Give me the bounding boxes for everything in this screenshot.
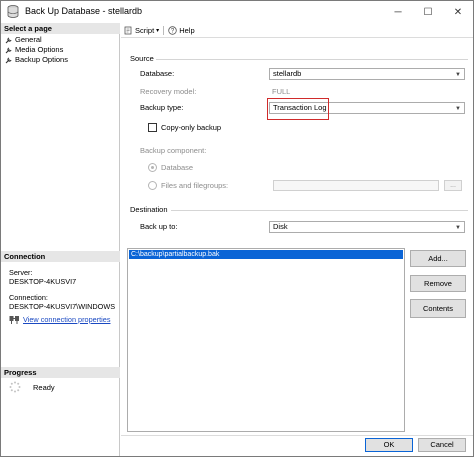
copy-only-checkbox[interactable] — [148, 123, 157, 132]
close-button[interactable]: ✕ — [443, 1, 473, 23]
list-item[interactable]: C:\backup\partialbackup.bak — [129, 250, 403, 259]
filegroups-textbox[interactable] — [273, 180, 439, 191]
wrench-icon — [5, 56, 12, 63]
progress-status: Ready — [33, 382, 55, 392]
recovery-model-value: FULL — [272, 87, 291, 96]
chevron-down-icon: ▼ — [455, 71, 461, 78]
copy-only-label: Copy-only backup — [161, 123, 222, 132]
connection-properties-icon — [9, 316, 19, 324]
view-connection-properties-link[interactable]: View connection properties — [23, 315, 110, 324]
help-button[interactable]: ? Help — [168, 25, 195, 35]
component-database-radio[interactable] — [148, 163, 157, 172]
view-connection-row: View connection properties — [9, 315, 110, 324]
filegroups-browse-button[interactable]: ... — [444, 180, 462, 191]
recovery-model-label: Recovery model: — [140, 87, 197, 96]
contents-button[interactable]: Contents — [410, 299, 466, 318]
database-icon — [7, 5, 19, 18]
maximize-button[interactable]: ☐ — [413, 1, 443, 23]
script-label: Script — [135, 25, 155, 35]
component-files-label: Files and filegroups: — [161, 181, 229, 190]
destination-section-title: Destination — [130, 205, 168, 214]
chevron-down-icon: ▾ — [156, 27, 160, 34]
page-general[interactable]: General — [5, 35, 42, 44]
connection-header: Connection — [1, 251, 120, 262]
source-divider — [156, 59, 468, 60]
server-label: Server: — [9, 268, 33, 277]
ok-button[interactable]: OK — [365, 438, 413, 452]
database-select[interactable]: stellardb ▼ — [269, 68, 465, 80]
left-pane: Select a page General Media Options Back… — [1, 23, 120, 435]
page-general-label: General — [15, 35, 42, 44]
chevron-down-icon: ▼ — [455, 105, 461, 112]
backup-type-highlight — [267, 98, 329, 120]
destination-divider — [171, 210, 468, 211]
server-value: DESKTOP-4KUSVI7 — [9, 277, 77, 286]
select-page-header: Select a page — [1, 23, 120, 34]
cancel-button[interactable]: Cancel — [418, 438, 466, 452]
component-database-label: Database — [161, 163, 194, 172]
add-button[interactable]: Add... — [410, 250, 466, 267]
script-button[interactable]: Script ▾ — [124, 26, 159, 35]
page-backup-options-label: Backup Options — [15, 55, 68, 64]
backup-component-label: Backup component: — [140, 146, 207, 155]
wrench-icon — [5, 36, 12, 43]
toolbar: Script ▾ ? Help — [121, 23, 473, 38]
help-icon: ? — [168, 25, 177, 35]
connection-label: Connection: — [9, 293, 48, 302]
database-value: stellardb — [273, 69, 302, 78]
source-section-title: Source — [130, 54, 154, 63]
left-pane-footer — [1, 435, 120, 456]
window-title: Back Up Database - stellardb — [25, 6, 143, 16]
progress-spinner-icon — [9, 381, 21, 393]
minimize-button[interactable]: ─ — [383, 1, 413, 23]
backup-type-label: Backup type: — [140, 103, 184, 112]
page-media-options-label: Media Options — [15, 45, 64, 54]
toolbar-separator — [163, 25, 165, 35]
page-media-options[interactable]: Media Options — [5, 45, 63, 54]
page-backup-options[interactable]: Backup Options — [5, 55, 68, 64]
progress-row: Ready — [9, 381, 55, 393]
script-icon — [124, 26, 132, 34]
progress-header: Progress — [1, 367, 120, 378]
back-up-to-value: Disk — [273, 222, 288, 231]
help-label: Help — [179, 25, 195, 35]
remove-button[interactable]: Remove — [410, 275, 466, 292]
database-label: Database: — [140, 69, 175, 78]
back-up-to-label: Back up to: — [140, 222, 178, 231]
chevron-down-icon: ▼ — [455, 224, 461, 231]
title-bar: Back Up Database - stellardb ─ ☐ ✕ — [1, 1, 473, 23]
backup-destination-list[interactable]: C:\backup\partialbackup.bak — [127, 248, 405, 432]
component-files-radio[interactable] — [148, 181, 157, 190]
connection-value: DESKTOP-4KUSVI7\WINDOWS — [9, 302, 116, 311]
wrench-icon — [5, 46, 12, 53]
back-up-to-select[interactable]: Disk ▼ — [269, 221, 465, 233]
backup-database-dialog: Back Up Database - stellardb ─ ☐ ✕ Selec… — [0, 0, 474, 457]
